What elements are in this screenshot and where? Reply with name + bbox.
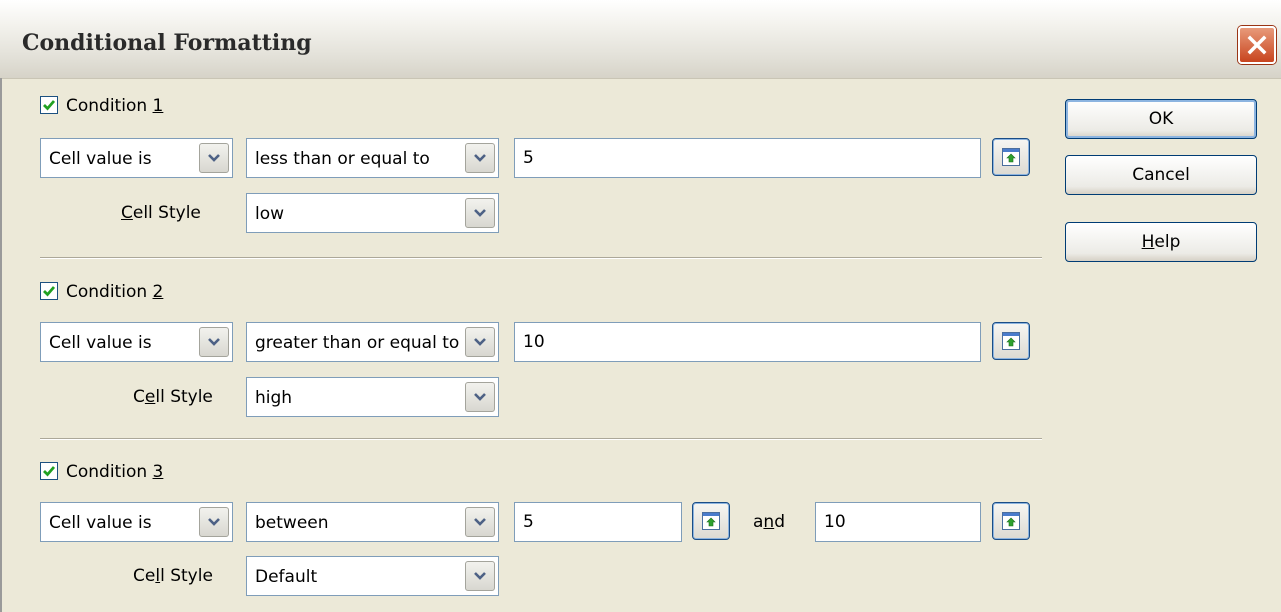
condition-2-type-value: Cell value is — [49, 333, 152, 353]
chevron-down-icon — [474, 154, 486, 162]
condition-2-cell-style-label: Cell Style — [133, 387, 213, 407]
condition-1-operator-select[interactable]: less than or equal to — [246, 138, 499, 178]
window-border — [0, 78, 2, 612]
condition-2-shrink-button[interactable] — [992, 322, 1030, 360]
condition-separator — [40, 438, 1042, 440]
condition-3-value1-shrink-button[interactable] — [692, 502, 730, 540]
condition-3-cell-style-label: Cell Style — [133, 566, 213, 586]
condition-3-checkbox[interactable] — [40, 462, 58, 480]
condition-2-cell-style-value: high — [255, 388, 293, 408]
condition-3-cell-style-select[interactable]: Default — [246, 556, 499, 596]
condition-1-type-select[interactable]: Cell value is — [40, 138, 233, 178]
condition-3-type-value: Cell value is — [49, 513, 152, 533]
condition-1-value-input[interactable]: 5 — [514, 138, 981, 178]
chevron-down-icon — [474, 209, 486, 217]
title-bar[interactable]: Conditional Formatting — [0, 0, 1281, 79]
conditional-formatting-dialog: Conditional Formatting Condition 1 Cell … — [0, 0, 1281, 612]
chevron-down-icon — [474, 393, 486, 401]
condition-3-cell-style-dropdown-button[interactable] — [465, 561, 495, 591]
condition-1-type-value: Cell value is — [49, 149, 152, 169]
condition-1-cell-style-dropdown-button[interactable] — [465, 198, 495, 228]
condition-1-checkbox[interactable] — [40, 96, 58, 114]
condition-2-operator-value: greater than or equal to — [255, 333, 460, 353]
condition-2-operator-dropdown-button[interactable] — [465, 327, 495, 357]
condition-3-value1-text: 5 — [523, 512, 534, 532]
chevron-down-icon — [474, 518, 486, 526]
condition-1-shrink-button[interactable] — [992, 138, 1030, 176]
chevron-down-icon — [474, 572, 486, 580]
close-icon — [1247, 35, 1267, 55]
condition-1-operator-value: less than or equal to — [255, 149, 430, 169]
condition-1-cell-style-value: low — [255, 204, 285, 224]
condition-3-value1-input[interactable]: 5 — [514, 502, 682, 542]
condition-3-label: Condition 3 — [66, 462, 164, 482]
condition-1-value-text: 5 — [523, 148, 534, 168]
condition-3-and-label: and — [753, 512, 785, 532]
ok-button[interactable]: OK — [1065, 99, 1257, 139]
condition-2-value-input[interactable]: 10 — [514, 322, 981, 362]
condition-3-value2-text: 10 — [824, 512, 846, 532]
chevron-down-icon — [208, 154, 220, 162]
condition-1-label: Condition 1 — [66, 96, 164, 116]
help-button[interactable]: Help — [1065, 222, 1257, 262]
shrink-icon — [1002, 512, 1020, 530]
condition-3-type-select[interactable]: Cell value is — [40, 502, 233, 542]
close-button[interactable] — [1238, 26, 1276, 64]
check-icon — [43, 100, 56, 111]
check-icon — [43, 286, 56, 297]
condition-1-cell-style-label: Cell Style — [121, 203, 201, 223]
condition-1-cell-style-select[interactable]: low — [246, 193, 499, 233]
condition-3-value2-shrink-button[interactable] — [992, 502, 1030, 540]
condition-2-cell-style-select[interactable]: high — [246, 377, 499, 417]
condition-2-label: Condition 2 — [66, 282, 164, 302]
condition-3-operator-select[interactable]: between — [246, 502, 499, 542]
chevron-down-icon — [208, 338, 220, 346]
cancel-button[interactable]: Cancel — [1065, 155, 1257, 195]
shrink-icon — [1002, 332, 1020, 350]
check-icon — [43, 466, 56, 477]
shrink-icon — [702, 512, 720, 530]
condition-2-type-dropdown-button[interactable] — [199, 327, 229, 357]
condition-separator — [40, 257, 1042, 259]
chevron-down-icon — [474, 338, 486, 346]
condition-2-type-select[interactable]: Cell value is — [40, 322, 233, 362]
shrink-icon — [1002, 148, 1020, 166]
condition-1-operator-dropdown-button[interactable] — [465, 143, 495, 173]
chevron-down-icon — [208, 518, 220, 526]
condition-3-value2-input[interactable]: 10 — [815, 502, 981, 542]
condition-3-operator-value: between — [255, 513, 329, 533]
condition-2-checkbox[interactable] — [40, 282, 58, 300]
condition-3-type-dropdown-button[interactable] — [199, 507, 229, 537]
condition-2-cell-style-dropdown-button[interactable] — [465, 382, 495, 412]
condition-2-operator-select[interactable]: greater than or equal to — [246, 322, 499, 362]
condition-2-value-text: 10 — [523, 332, 545, 352]
dialog-title: Conditional Formatting — [22, 30, 312, 56]
condition-3-cell-style-value: Default — [255, 567, 318, 587]
condition-1-type-dropdown-button[interactable] — [199, 143, 229, 173]
condition-3-operator-dropdown-button[interactable] — [465, 507, 495, 537]
